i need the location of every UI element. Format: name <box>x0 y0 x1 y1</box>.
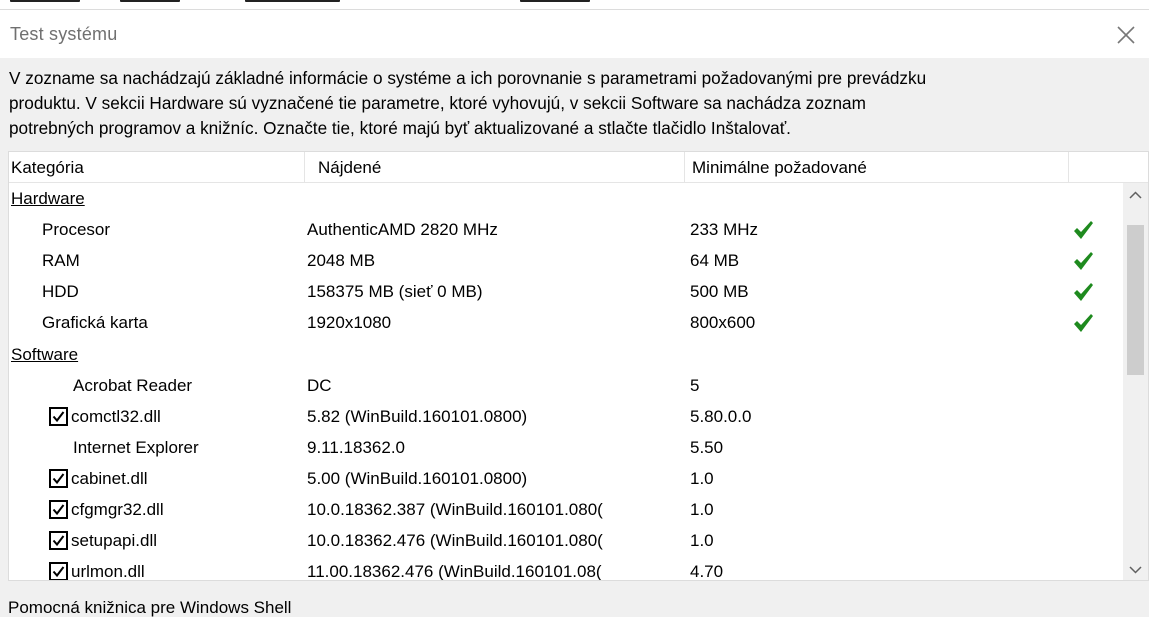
table-row[interactable]: RAM 2048 MB 64 MB <box>9 245 1125 276</box>
description-line: V zozname sa nachádzajú základné informá… <box>9 68 927 88</box>
table-row[interactable]: Procesor AuthenticAMD 2820 MHz 233 MHz <box>9 214 1125 245</box>
row-required: 4.70 <box>690 562 724 581</box>
row-category: HDD <box>42 282 79 302</box>
column-header-status <box>1069 152 1148 183</box>
row-found: 5.00 (WinBuild.160101.0800) <box>307 468 528 488</box>
row-checkbox[interactable] <box>49 406 68 426</box>
row-category: Grafická karta <box>42 313 148 333</box>
description-line: produktu. V sekcii Hardware sú vyznačené… <box>9 93 866 113</box>
row-category: RAM <box>42 251 80 271</box>
status-bar-text: Pomocná knižnica pre Windows Shell <box>8 598 292 617</box>
row-required: 5.80.0.0 <box>690 406 752 426</box>
row-required: 1.0 <box>690 500 714 519</box>
row-found: 10.0.18362.387 (WinBuild.160101.080( <box>307 500 603 519</box>
table-row[interactable]: Grafická karta 1920x1080 800x600 <box>9 307 1125 338</box>
scroll-up-button[interactable] <box>1123 183 1148 207</box>
row-required: 64 MB <box>690 251 740 271</box>
row-required: 1.0 <box>690 531 714 551</box>
row-category: Procesor <box>42 220 111 240</box>
title-bar: Test systému <box>0 10 1149 58</box>
close-button[interactable] <box>1109 18 1143 52</box>
checkmark-icon <box>52 473 65 484</box>
row-required: 5.50 <box>690 437 724 457</box>
scroll-thumb[interactable] <box>1127 225 1144 375</box>
row-required: 233 MHz <box>690 220 759 240</box>
table-row[interactable]: cabinet.dll 5.00 (WinBuild.160101.0800) 1.… <box>9 463 1125 494</box>
row-checkbox[interactable] <box>49 562 68 580</box>
row-category: cabinet.dll <box>71 468 148 488</box>
row-category: Acrobat Reader <box>73 375 193 395</box>
checkmark-icon <box>52 504 65 516</box>
green-check-icon <box>1074 252 1093 271</box>
row-required: 800x600 <box>690 313 756 333</box>
table-row[interactable]: comctl32.dll 5.82 (WinBuild.160101.0800) 5… <box>9 401 1125 432</box>
green-check-icon <box>1074 221 1093 240</box>
green-check-icon <box>1074 283 1093 302</box>
chevron-up-icon <box>1129 191 1142 199</box>
group-row-software[interactable]: Software <box>9 339 1125 370</box>
row-required: 1.0 <box>690 468 714 488</box>
dialog-title: Test systému <box>10 24 118 44</box>
system-test-dialog: Test systému V zozname sa nachádzajú zák… <box>0 9 1149 617</box>
table-row[interactable]: HDD 158375 MB (sieť 0 MB) 500 MB <box>9 276 1125 307</box>
row-found: 10.0.18362.476 (WinBuild.160101.080( <box>307 531 603 551</box>
row-required: 5 <box>690 375 700 395</box>
group-row-hardware[interactable]: Hardware <box>9 183 1125 214</box>
row-checkbox[interactable] <box>49 468 68 488</box>
table-row[interactable]: urlmon.dll 11.00.18362.476 (WinBuild.1601… <box>9 556 1125 581</box>
description-text: V zozname sa nachádzajú základné informá… <box>9 66 1149 141</box>
table-row[interactable]: Acrobat Reader DC 5 <box>9 370 1125 401</box>
row-checkbox[interactable] <box>49 531 68 551</box>
column-header-found[interactable]: Nájdené <box>305 152 685 183</box>
vertical-scrollbar[interactable] <box>1123 183 1148 580</box>
checkmark-icon <box>52 535 65 547</box>
list-header: Kategória Nájdené Minimálne požadované <box>9 152 1148 183</box>
column-header-category[interactable]: Kategória <box>9 152 305 183</box>
row-category: comctl32.dll <box>71 406 161 426</box>
system-check-list: Kategória Nájdené Minimálne požadované H… <box>8 151 1149 581</box>
row-found: 11.00.18362.476 (WinBuild.160101.08( <box>307 562 602 581</box>
row-checkbox[interactable] <box>49 500 68 519</box>
row-category: Internet Explorer <box>73 437 199 457</box>
row-found: 9.11.18362.0 <box>307 437 405 457</box>
description-line: potrebných programov a knižníc. Označte … <box>9 118 791 138</box>
scroll-down-button[interactable] <box>1123 558 1148 580</box>
row-found: 1920x1080 <box>307 313 392 333</box>
chevron-down-icon <box>1129 566 1142 574</box>
table-row[interactable]: cfgmgr32.dll 10.0.18362.387 (WinBuild.160… <box>9 494 1125 525</box>
list-rows[interactable]: Hardware Procesor AuthenticAMD 2820 MHz 233… <box>9 183 1125 581</box>
row-found: DC <box>307 375 332 395</box>
background-window-strip <box>0 0 1149 9</box>
row-found: 5.82 (WinBuild.160101.0800) <box>307 406 528 426</box>
checkmark-icon <box>52 566 65 578</box>
table-row[interactable]: setupapi.dll 10.0.18362.476 (WinBuild.160… <box>9 525 1125 556</box>
column-header-required[interactable]: Minimálne požadované <box>685 152 1069 183</box>
row-found: 2048 MB <box>307 251 376 271</box>
row-required: 500 MB <box>690 282 749 302</box>
green-check-icon <box>1074 314 1093 333</box>
group-label-software: Software <box>11 344 79 364</box>
row-found: 158375 MB (sieť 0 MB) <box>307 282 483 302</box>
close-icon <box>1117 26 1135 44</box>
row-category: cfgmgr32.dll <box>71 500 164 519</box>
checkmark-icon <box>52 411 65 422</box>
row-category: setupapi.dll <box>71 531 158 551</box>
row-category: urlmon.dll <box>71 562 145 581</box>
table-row[interactable]: Internet Explorer 9.11.18362.0 5.50 <box>9 432 1125 463</box>
group-label-hardware: Hardware <box>11 189 85 208</box>
row-found: AuthenticAMD 2820 MHz <box>307 220 498 240</box>
